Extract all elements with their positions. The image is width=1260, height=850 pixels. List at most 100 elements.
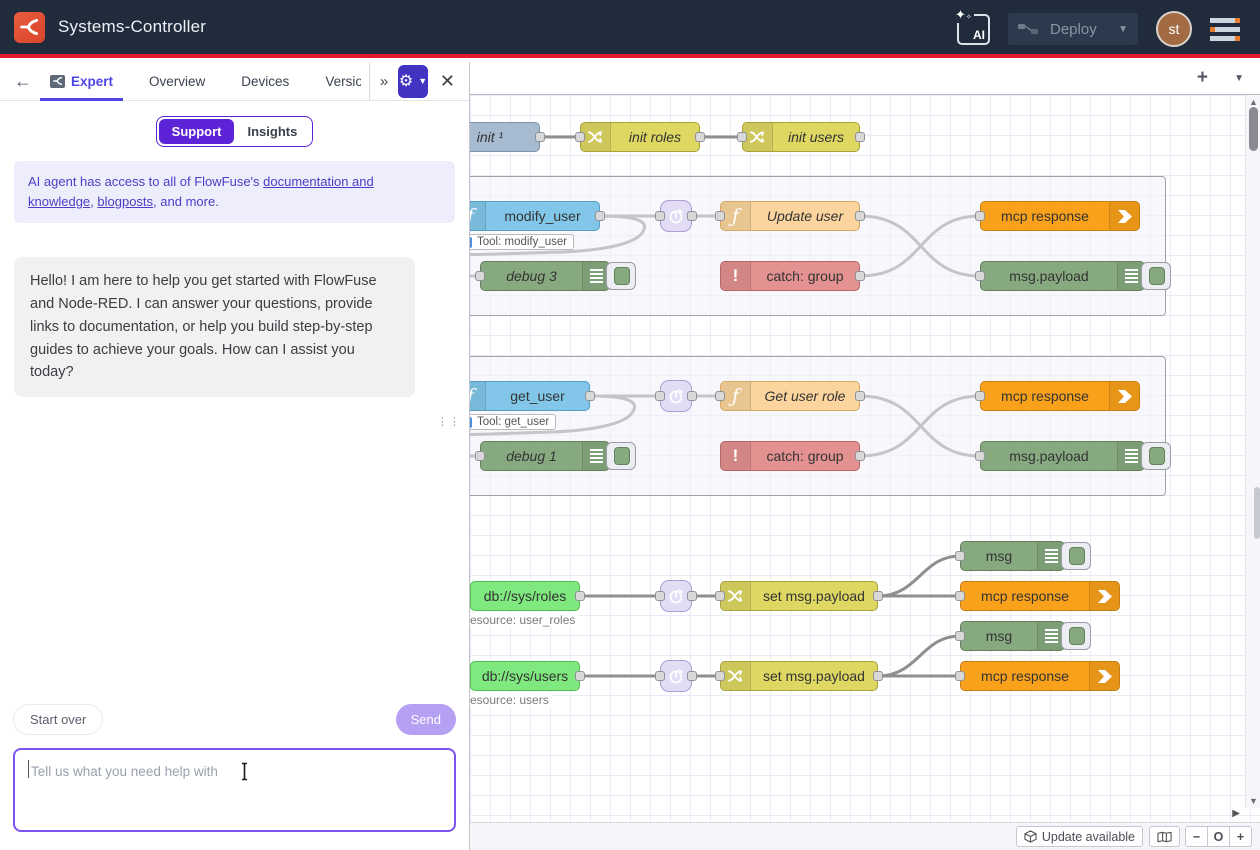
port-out[interactable] — [535, 132, 545, 142]
user-avatar[interactable]: st — [1156, 11, 1192, 47]
toggle-support[interactable]: Support — [159, 119, 235, 144]
node-msg-payload[interactable]: msg.payload — [980, 261, 1145, 291]
port-in[interactable] — [655, 211, 665, 221]
node-catch-group[interactable]: ! catch: group — [720, 261, 860, 291]
port-in[interactable] — [655, 391, 665, 401]
node-debug-1[interactable]: debug 1 — [480, 441, 610, 471]
port-in[interactable] — [975, 211, 985, 221]
node-catch-group[interactable]: ! catch: group — [720, 441, 860, 471]
port-out[interactable] — [695, 132, 705, 142]
node-delay[interactable] — [660, 660, 692, 692]
port-out[interactable] — [873, 671, 883, 681]
port-out[interactable] — [595, 211, 605, 221]
port-out[interactable] — [575, 591, 585, 601]
debug-toggle-button[interactable] — [1141, 442, 1171, 470]
navigator-button[interactable] — [1149, 826, 1180, 847]
port-out[interactable] — [687, 391, 697, 401]
ai-assistant-icon[interactable]: ✦✧ AI — [957, 14, 990, 45]
port-in[interactable] — [475, 271, 485, 281]
debug-toggle-button[interactable] — [606, 262, 636, 290]
port-out[interactable] — [687, 211, 697, 221]
node-init-users[interactable]: init users — [742, 122, 860, 152]
port-out[interactable] — [855, 451, 865, 461]
port-out[interactable] — [687, 671, 697, 681]
node-init[interactable]: init ¹ — [470, 122, 540, 152]
tab-overflow-icon[interactable]: » — [380, 73, 388, 90]
flow-list-caret-icon[interactable]: ▼ — [1234, 73, 1244, 84]
scroll-down-icon[interactable]: ▼ — [1246, 796, 1260, 806]
vertical-scrollbar-thumb[interactable] — [1249, 107, 1258, 151]
flow-canvas[interactable]: init ¹ init roles init users ƒ modify_us… — [470, 95, 1260, 822]
port-out[interactable] — [855, 132, 865, 142]
add-flow-icon[interactable]: + — [1197, 67, 1208, 89]
port-in[interactable] — [655, 671, 665, 681]
node-set-msg-payload[interactable]: set msg.payload — [720, 661, 878, 691]
port-out[interactable] — [855, 211, 865, 221]
deploy-button[interactable]: Deploy ▼ — [1008, 13, 1138, 45]
node-msg[interactable]: msg — [960, 621, 1065, 651]
port-in[interactable] — [715, 671, 725, 681]
node-modify-user[interactable]: ƒ modify_user — [470, 201, 600, 231]
zoom-in-button[interactable]: + — [1229, 826, 1252, 847]
node-mcp-response[interactable]: mcp response — [980, 381, 1140, 411]
debug-toggle-button[interactable] — [1141, 262, 1171, 290]
tab-expert[interactable]: Expert — [46, 62, 117, 101]
port-in[interactable] — [715, 391, 725, 401]
scroll-right-icon[interactable]: ▶ — [1232, 808, 1240, 819]
port-out[interactable] — [855, 391, 865, 401]
scroll-up-icon[interactable]: ▲ — [1246, 97, 1260, 107]
tab-version-history[interactable]: Version Hi — [321, 62, 361, 101]
deploy-caret-icon[interactable]: ▼ — [1108, 24, 1128, 35]
debug-toggle-button[interactable] — [606, 442, 636, 470]
group-modify-user[interactable] — [470, 176, 1166, 316]
debug-toggle-button[interactable] — [1061, 622, 1091, 650]
tab-overview[interactable]: Overview — [145, 62, 209, 101]
node-delay[interactable] — [660, 380, 692, 412]
update-available-button[interactable]: Update available — [1016, 826, 1143, 847]
node-mcp-response[interactable]: mcp response — [960, 581, 1120, 611]
port-in[interactable] — [575, 132, 585, 142]
port-out[interactable] — [687, 591, 697, 601]
port-in[interactable] — [715, 211, 725, 221]
settings-dropdown-button[interactable]: ⚙ ▼ — [398, 65, 428, 98]
back-arrow-icon[interactable]: ← — [14, 71, 32, 92]
port-in[interactable] — [655, 591, 665, 601]
port-in[interactable] — [955, 591, 965, 601]
toggle-insights[interactable]: Insights — [234, 119, 310, 144]
port-in[interactable] — [975, 451, 985, 461]
node-db-sys-users[interactable]: db://sys/users — [470, 661, 580, 691]
node-debug-3[interactable]: debug 3 — [480, 261, 610, 291]
node-db-sys-roles[interactable]: db://sys/roles — [470, 581, 580, 611]
blogposts-link[interactable]: blogposts — [97, 194, 153, 209]
node-msg-payload[interactable]: msg.payload — [980, 441, 1145, 471]
send-button[interactable]: Send — [396, 704, 456, 735]
zoom-reset-button[interactable]: O — [1207, 826, 1230, 847]
chat-input[interactable] — [13, 748, 456, 832]
node-delay[interactable] — [660, 580, 692, 612]
node-get-user-role[interactable]: ƒ Get user role — [720, 381, 860, 411]
port-in[interactable] — [715, 591, 725, 601]
debug-toggle-button[interactable] — [1061, 542, 1091, 570]
port-out[interactable] — [585, 391, 595, 401]
node-msg[interactable]: msg — [960, 541, 1065, 571]
node-get-user[interactable]: ƒ get_user — [470, 381, 590, 411]
tab-devices[interactable]: Devices — [237, 62, 293, 101]
close-panel-icon[interactable]: ✕ — [440, 71, 455, 92]
node-delay[interactable] — [660, 200, 692, 232]
port-in[interactable] — [975, 391, 985, 401]
main-menu-icon[interactable] — [1210, 18, 1240, 41]
node-mcp-response[interactable]: mcp response — [980, 201, 1140, 231]
port-in[interactable] — [955, 671, 965, 681]
port-in[interactable] — [975, 271, 985, 281]
group-get-user[interactable] — [470, 356, 1166, 496]
node-update-user[interactable]: ƒ Update user — [720, 201, 860, 231]
port-in[interactable] — [737, 132, 747, 142]
start-over-button[interactable]: Start over — [13, 704, 103, 735]
port-in[interactable] — [955, 631, 965, 641]
panel-resize-handle[interactable]: ⋮⋮ — [437, 418, 461, 427]
node-mcp-response[interactable]: mcp response — [960, 661, 1120, 691]
port-in[interactable] — [475, 451, 485, 461]
node-init-roles[interactable]: init roles — [580, 122, 700, 152]
node-set-msg-payload[interactable]: set msg.payload — [720, 581, 878, 611]
zoom-out-button[interactable]: − — [1185, 826, 1208, 847]
